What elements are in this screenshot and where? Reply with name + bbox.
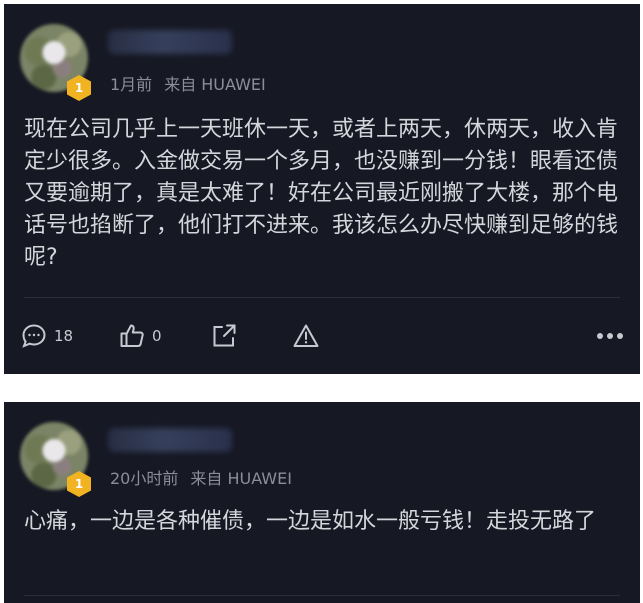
post-card: 1 20小时前 来自 HUAWEI 心痛，一边是各种催债，一边是如水一般亏钱！走投… (4, 402, 640, 603)
comment-count: 18 (54, 327, 74, 345)
post-time: 20小时前 (110, 469, 179, 488)
post-content: 心痛，一边是各种催债，一边是如水一般亏钱！走投无路了 (24, 509, 597, 534)
post-source: 来自 HUAWEI (190, 469, 292, 488)
post-card: 1 1月前 来自 HUAWEI 现在公司几乎上一天班休一天，或者上两天，休两天，收… (4, 4, 640, 374)
share-icon (210, 322, 238, 350)
post-content: 现在公司几乎上一天班休一天，或者上两天，休两天，收入肯定少很多。入金做交易一个多… (24, 117, 619, 270)
divider (24, 297, 620, 298)
like-count: 0 (152, 327, 162, 345)
post-time: 1月前 (110, 75, 153, 94)
more-button[interactable] (596, 316, 624, 356)
like-button[interactable]: 0 (118, 316, 162, 356)
share-button[interactable] (210, 316, 238, 356)
post-source: 来自 HUAWEI (164, 75, 266, 94)
thumbs-up-icon (118, 322, 146, 350)
report-button[interactable] (292, 316, 320, 356)
username-blurred[interactable] (108, 30, 232, 54)
warning-icon (292, 322, 320, 350)
username-blurred[interactable] (108, 428, 232, 452)
comment-icon (20, 322, 48, 350)
post-meta: 1月前 来自 HUAWEI (110, 71, 266, 95)
post-meta: 20小时前 来自 HUAWEI (110, 465, 292, 489)
more-icon (596, 332, 624, 340)
divider (24, 595, 620, 596)
action-bar: 18 0 (4, 316, 640, 356)
comment-button[interactable]: 18 (20, 316, 73, 356)
